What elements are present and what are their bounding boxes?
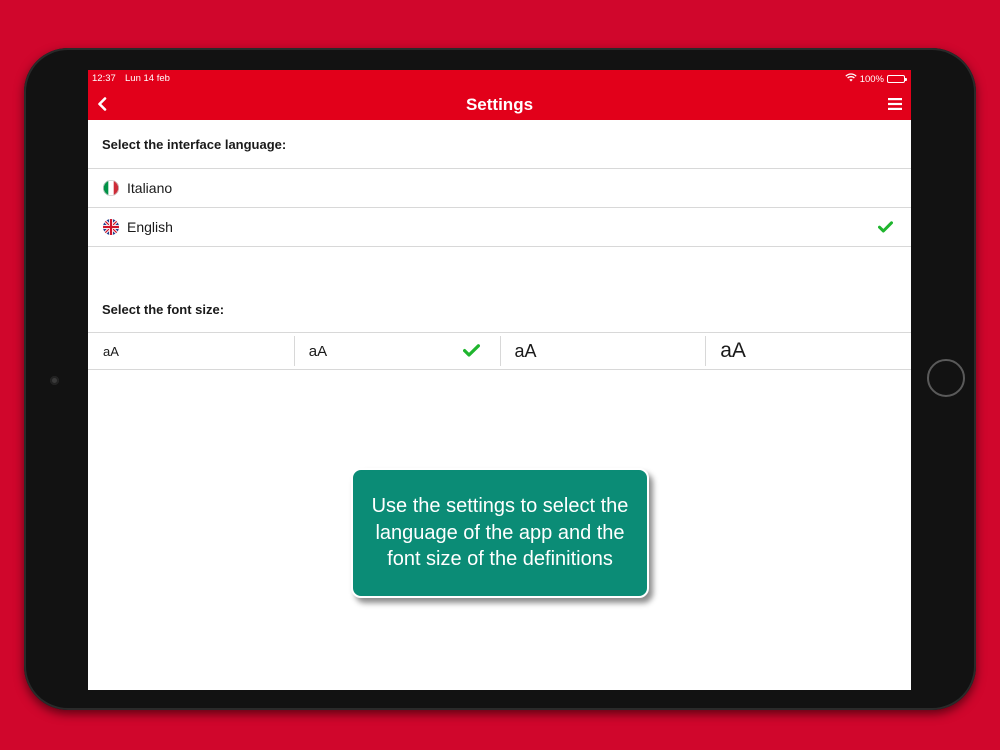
camera-dot [50, 376, 59, 385]
font-size-option-xlarge[interactable]: aA [705, 333, 911, 369]
tooltip-text: Use the settings to select the language … [371, 495, 629, 571]
font-size-label: aA [308, 342, 328, 360]
help-tooltip: Use the settings to select the language … [351, 468, 649, 598]
language-section-label: Select the interface language: [102, 137, 287, 152]
menu-button[interactable] [883, 92, 907, 116]
font-size-option-small[interactable]: aA [88, 333, 294, 369]
italy-flag-icon [103, 180, 119, 196]
font-size-label: aA [514, 340, 537, 361]
language-option-label: Italiano [127, 180, 173, 196]
status-time: 12:37 [92, 73, 116, 84]
font-size-option-medium[interactable]: aA [293, 333, 500, 369]
font-size-selector: aA aA aA aA [88, 332, 911, 370]
language-option-english[interactable]: English [88, 207, 911, 247]
nav-bar: Settings [88, 88, 911, 120]
battery-icon [887, 75, 907, 83]
battery-percent: 100% [859, 73, 884, 85]
font-section-label: Select the font size: [102, 302, 225, 317]
language-option-italiano[interactable]: Italiano [88, 168, 911, 207]
wifi-icon [845, 73, 857, 85]
status-date: Lun 14 feb [125, 73, 170, 84]
font-size-label: aA [103, 343, 119, 359]
status-bar: 12:37 Lun 14 feb 100% [88, 70, 911, 86]
status-right: 100% [845, 73, 907, 85]
home-button[interactable] [927, 359, 965, 397]
font-size-label: aA [720, 339, 746, 362]
page-title: Settings [465, 95, 534, 114]
checkmark-icon [462, 344, 480, 362]
settings-content: Select the interface language: Italiano [88, 120, 911, 690]
font-size-option-large[interactable]: aA [499, 333, 706, 369]
app-header: 12:37 Lun 14 feb 100% Settings [88, 70, 911, 120]
language-option-label: English [127, 219, 173, 235]
hamburger-menu-icon [888, 98, 902, 110]
uk-flag-icon [103, 219, 119, 235]
checkmark-icon [878, 220, 893, 238]
